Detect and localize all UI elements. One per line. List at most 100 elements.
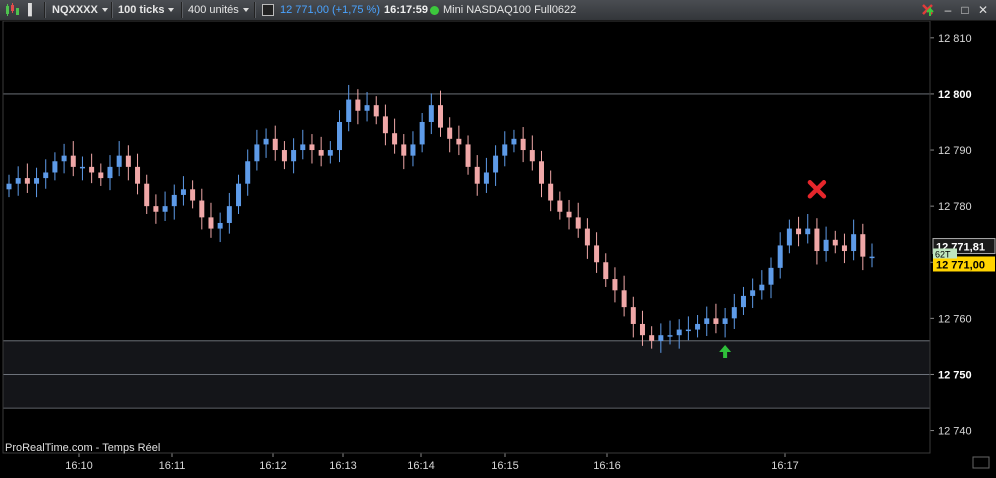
candle-body bbox=[493, 155, 499, 173]
maximize-icon[interactable]: □ bbox=[958, 3, 972, 17]
candle-body bbox=[190, 189, 196, 201]
candle-body bbox=[208, 217, 214, 229]
link-icon[interactable]: ▌ bbox=[28, 0, 36, 20]
candle-body bbox=[832, 239, 838, 246]
candle-body bbox=[456, 138, 462, 145]
candle-body bbox=[245, 161, 251, 184]
watermark: ProRealTime.com - Temps Réel bbox=[5, 442, 161, 454]
candle-body bbox=[695, 323, 701, 330]
y-tick-label: 12 780 bbox=[938, 201, 972, 213]
chart-type-icon[interactable] bbox=[4, 0, 20, 20]
candle-body bbox=[520, 138, 526, 151]
candle-body bbox=[346, 99, 352, 122]
close-icon[interactable]: ✕ bbox=[976, 3, 990, 17]
candle-body bbox=[43, 172, 49, 179]
x-tick-label: 16:11 bbox=[159, 460, 186, 472]
candle-body bbox=[483, 172, 489, 184]
candle-body bbox=[814, 228, 820, 252]
candle-body bbox=[511, 138, 517, 145]
chevron-down-icon bbox=[101, 8, 108, 13]
candle-body bbox=[447, 127, 453, 139]
candle-body bbox=[309, 144, 315, 151]
symbol-selector[interactable]: NQXXXX bbox=[52, 0, 108, 20]
candle-body bbox=[713, 318, 719, 324]
x-tick-label: 16:17 bbox=[771, 460, 799, 472]
x-tick-label: 16:12 bbox=[259, 460, 287, 472]
candle-body bbox=[777, 245, 783, 268]
x-tick-label: 16:13 bbox=[329, 460, 357, 472]
candle-body bbox=[300, 144, 306, 151]
status-icon bbox=[430, 0, 439, 20]
candle-body bbox=[649, 335, 655, 341]
candle-body bbox=[392, 133, 398, 145]
candlestick-chart[interactable]: 12 81012 80012 79012 78012 77012 76012 7… bbox=[0, 20, 996, 475]
candle-body bbox=[373, 105, 379, 117]
current-time: 16:17:59 bbox=[384, 4, 429, 16]
candle-body bbox=[740, 295, 746, 308]
x-tick-label: 16:15 bbox=[491, 460, 519, 472]
candle-body bbox=[667, 335, 673, 337]
candle-body bbox=[759, 284, 765, 291]
candle-body bbox=[34, 178, 40, 184]
candle-body bbox=[364, 105, 370, 111]
chart-toolbar: ▌ NQXXXX 100 ticks 400 unités 12 771,00 … bbox=[0, 0, 996, 21]
candle-body bbox=[474, 166, 480, 184]
candle-body bbox=[786, 228, 792, 246]
candle-body bbox=[410, 144, 416, 156]
y-tick-label: 12 760 bbox=[938, 313, 972, 325]
candle-body bbox=[382, 116, 388, 134]
candle-body bbox=[226, 206, 232, 223]
y-tick-label: 12 750 bbox=[938, 369, 972, 381]
candle-body bbox=[236, 183, 242, 207]
candle-body bbox=[263, 138, 269, 145]
candle-body bbox=[254, 144, 260, 162]
info-icon[interactable] bbox=[262, 0, 274, 20]
candle-body bbox=[89, 166, 95, 173]
units-selector[interactable]: 400 unités bbox=[188, 0, 249, 20]
y-tick-label: 12 800 bbox=[938, 89, 972, 101]
trade-icon[interactable] bbox=[920, 0, 936, 20]
candle-body bbox=[658, 335, 664, 341]
candle-body bbox=[6, 183, 12, 190]
y-tick-label: 12 740 bbox=[938, 426, 972, 438]
units-label: 400 unités bbox=[188, 4, 239, 16]
candle-body bbox=[217, 222, 223, 229]
tick-badge-label: 62T bbox=[935, 249, 951, 259]
timeframe-label: 100 ticks bbox=[118, 4, 165, 16]
candle-body bbox=[869, 256, 875, 259]
x-tick-label: 16:16 bbox=[593, 460, 621, 472]
timeframe-selector[interactable]: 100 ticks bbox=[118, 0, 175, 20]
instrument-name: Mini NASDAQ100 Full0622 bbox=[443, 4, 577, 16]
y-tick-label: 12 810 bbox=[938, 33, 972, 45]
candle-body bbox=[438, 105, 443, 128]
candle-body bbox=[612, 279, 618, 291]
candle-body bbox=[355, 99, 361, 111]
last-price-change: 12 771,00 (+1,75 %) bbox=[280, 4, 380, 16]
candle-body bbox=[98, 172, 104, 179]
candle-body bbox=[529, 150, 535, 162]
price-chart[interactable]: 12 81012 80012 79012 78012 77012 76012 7… bbox=[0, 20, 996, 475]
candle-body bbox=[24, 178, 30, 184]
scroll-handle bbox=[972, 456, 990, 469]
candle-body bbox=[327, 150, 333, 156]
candle-body bbox=[428, 105, 434, 122]
candle-body bbox=[318, 150, 324, 156]
candle-body bbox=[61, 155, 67, 162]
minimize-icon[interactable]: – bbox=[941, 3, 955, 17]
candle-body bbox=[548, 183, 554, 201]
candle-body bbox=[281, 150, 287, 162]
candle-body bbox=[722, 318, 728, 324]
candle-body bbox=[841, 245, 847, 252]
x-tick-label: 16:10 bbox=[65, 460, 93, 472]
candle-body bbox=[731, 307, 737, 319]
candle-body bbox=[52, 161, 58, 173]
candle-body bbox=[685, 329, 691, 332]
candle-body bbox=[144, 183, 150, 207]
candle-body bbox=[621, 290, 627, 308]
candle-body bbox=[502, 144, 508, 156]
candle-body bbox=[639, 323, 645, 336]
last-price-label: 12 771,00 bbox=[936, 259, 985, 271]
candle-body bbox=[851, 234, 857, 252]
candle-body bbox=[116, 155, 122, 167]
y-tick-label: 12 790 bbox=[938, 145, 972, 157]
